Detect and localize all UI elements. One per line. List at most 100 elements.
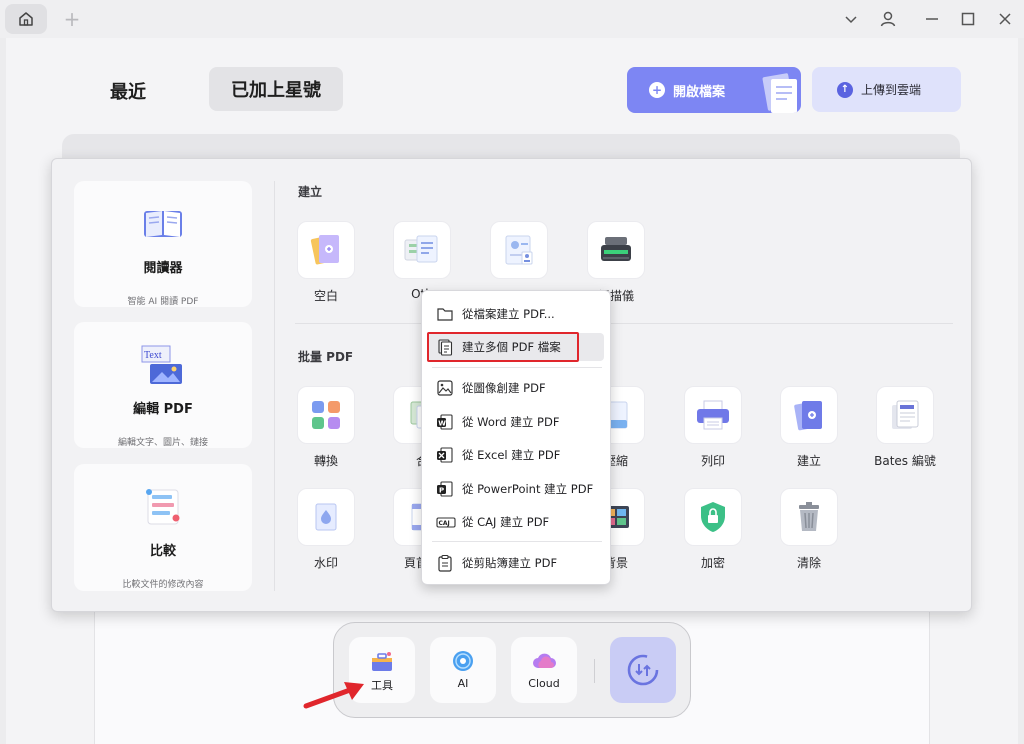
reader-card[interactable]: 閱讀器 智能 AI 閱讀 PDF (74, 181, 252, 307)
tool-other[interactable]: Oth (377, 221, 467, 301)
upload-arrow-icon: ↑ (837, 81, 853, 98)
dock-cloud-button[interactable]: Cloud (511, 637, 577, 703)
tab-starred[interactable]: 已加上星號 (209, 67, 343, 111)
menu-item-multiple-files[interactable]: 建立多個 PDF 檔案 (428, 333, 604, 361)
bates-number-icon (892, 400, 919, 429)
svg-text:W: W (438, 419, 446, 427)
id-card-icon (505, 235, 533, 265)
blank-doc-icon (310, 235, 339, 265)
title-bar: + (0, 0, 1024, 38)
tool-blank-label: 空白 (313, 289, 338, 303)
convert-grid-icon (312, 401, 340, 429)
tool-batch-create-label: 建立 (796, 454, 821, 468)
edit-text-image-icon: Text (140, 342, 186, 388)
clipboard-icon (436, 554, 454, 572)
menu-separator (432, 541, 602, 542)
section-divider (295, 323, 953, 324)
menu-item-from-caj[interactable]: CAJ 從 CAJ 建立 PDF (428, 508, 604, 536)
toolbox-icon (369, 649, 395, 673)
menu-item-from-word[interactable]: W 從 Word 建立 PDF (428, 408, 604, 436)
menu-item-from-powerpoint-label: 從 PowerPoint 建立 PDF (462, 482, 594, 496)
tool-print[interactable]: 列印 (668, 386, 758, 469)
edit-pdf-card[interactable]: Text 編輯 PDF 編輯文字、圖片、鏈接 (74, 322, 252, 448)
ai-orb-icon (450, 649, 476, 673)
dock-sync-button[interactable] (610, 637, 676, 703)
compare-subtitle: 比較文件的修改內容 (122, 580, 204, 590)
shield-lock-icon (701, 502, 725, 532)
documents-stack-icon (762, 73, 797, 113)
maximize-icon[interactable] (955, 6, 981, 32)
reader-subtitle: 智能 AI 閱讀 PDF (127, 297, 199, 307)
cloud-icon (531, 649, 557, 673)
upload-cloud-button[interactable]: ↑ 上傳到雲端 (812, 67, 961, 112)
menu-item-from-excel[interactable]: 從 Excel 建立 PDF (428, 441, 604, 469)
scanner-icon (601, 237, 631, 261)
menu-item-from-image-label: 從圖像創建 PDF (462, 381, 546, 395)
home-tab[interactable] (5, 4, 47, 34)
sync-icon (627, 654, 659, 686)
open-file-label: 開啟檔案 (673, 84, 726, 100)
tab-recent[interactable]: 最近 (110, 78, 146, 104)
reader-title: 閱讀器 (143, 261, 183, 276)
tool-encrypt[interactable]: 加密 (668, 488, 758, 571)
powerpoint-icon: P (436, 480, 454, 498)
dock-ai-label: AI (457, 677, 469, 690)
svg-text:P: P (439, 486, 444, 494)
menu-separator (432, 367, 602, 368)
menu-item-from-image[interactable]: 從圖像創建 PDF (428, 374, 604, 402)
excel-icon (436, 446, 454, 464)
svg-text:Text: Text (144, 350, 162, 361)
compare-card[interactable]: 比較 比較文件的修改內容 (74, 464, 252, 591)
trash-can-icon (799, 502, 819, 531)
tool-watermark-label: 水印 (313, 556, 338, 570)
dock-tools-label: 工具 (371, 679, 393, 692)
image-icon (436, 379, 454, 397)
edit-pdf-title: 編輯 PDF (133, 402, 193, 417)
tool-print-label: 列印 (700, 454, 725, 468)
tool-clean[interactable]: 清除 (764, 488, 854, 571)
plus-circle-icon: + (649, 82, 665, 98)
tool-convert[interactable]: 轉換 (281, 386, 371, 469)
folder-icon (436, 305, 454, 323)
home-icon (19, 12, 33, 26)
menu-item-from-excel-label: 從 Excel 建立 PDF (462, 448, 561, 462)
menu-item-from-caj-label: 從 CAJ 建立 PDF (462, 515, 550, 529)
tool-clean-label: 清除 (796, 556, 821, 570)
tool-encrypt-label: 加密 (700, 556, 725, 570)
book-icon (140, 201, 186, 247)
dock-cloud-label: Cloud (528, 677, 560, 690)
user-icon[interactable] (875, 6, 901, 32)
panel-divider (274, 181, 275, 591)
menu-item-from-file[interactable]: 從檔案建立 PDF... (428, 300, 604, 328)
tool-bates[interactable]: Bates 編號 (860, 386, 950, 469)
tool-create-3[interactable] (474, 221, 564, 287)
menu-item-multiple-files-label: 建立多個 PDF 檔案 (462, 340, 561, 354)
new-tab-plus-icon[interactable]: + (62, 6, 82, 32)
batch-create-icon (794, 401, 822, 431)
close-icon[interactable] (992, 6, 1018, 32)
tool-batch-create[interactable]: 建立 (764, 386, 854, 469)
dock-ai-button[interactable]: AI (430, 637, 496, 703)
red-arrow-annotation (303, 682, 364, 709)
dock-separator (594, 659, 595, 683)
svg-text:CAJ: CAJ (439, 520, 450, 527)
watermark-icon (315, 503, 337, 531)
tool-bates-label: Bates 編號 (874, 454, 936, 468)
tool-watermark[interactable]: 水印 (281, 488, 371, 571)
menu-item-from-powerpoint[interactable]: P 從 PowerPoint 建立 PDF (428, 475, 604, 503)
menu-item-from-file-label: 從檔案建立 PDF... (462, 307, 555, 321)
word-icon: W (436, 413, 454, 431)
compare-title: 比較 (149, 544, 176, 559)
menu-item-from-clipboard-label: 從剪貼簿建立 PDF (462, 556, 558, 570)
create-pdf-menu: 從檔案建立 PDF... 建立多個 PDF 檔案 從圖像創建 PDF W 從 W… (421, 290, 611, 585)
create-section-label: 建立 (298, 185, 323, 199)
other-formats-icon (404, 235, 438, 263)
minimize-icon[interactable] (919, 6, 945, 32)
compare-icon (140, 484, 186, 530)
edit-pdf-subtitle: 編輯文字、圖片、鏈接 (117, 438, 208, 448)
tool-blank[interactable]: 空白 (281, 221, 371, 304)
open-file-button[interactable]: + 開啟檔案 (627, 67, 801, 113)
menu-item-from-clipboard[interactable]: 從剪貼簿建立 PDF (428, 549, 604, 577)
chevron-down-icon[interactable] (838, 6, 864, 32)
menu-item-from-word-label: 從 Word 建立 PDF (462, 415, 560, 429)
